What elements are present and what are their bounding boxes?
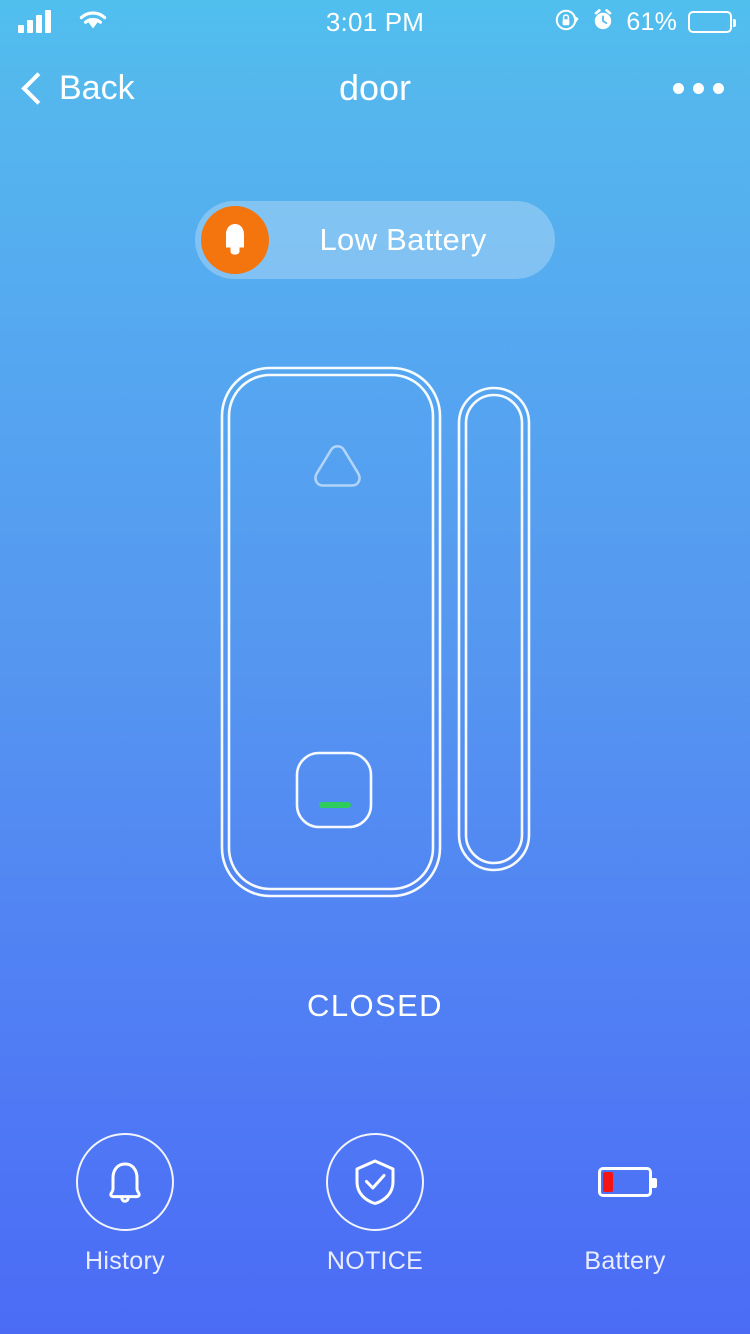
sensor-body-outer: [220, 366, 442, 898]
status-led-indicator: [319, 802, 351, 808]
magnet-piece-outer: [457, 386, 531, 872]
status-bar-left: [18, 8, 109, 37]
bell-alert-icon: [201, 206, 269, 274]
action-notice[interactable]: NOTICE: [250, 1133, 500, 1276]
alarm-clock-icon: [591, 7, 615, 38]
chevron-left-icon: [21, 71, 54, 105]
battery-icon: [688, 11, 736, 33]
history-circle: [76, 1133, 174, 1231]
door-sensor-illustration: [0, 362, 750, 902]
battery-holder: [576, 1133, 674, 1231]
low-battery-alert[interactable]: Low Battery: [195, 201, 555, 279]
nav-bar: Back door: [0, 44, 750, 132]
app-screen: 3:01 PM 61% Back door Low Battery CLOSED…: [0, 0, 750, 1334]
rotation-lock-icon: [554, 7, 580, 38]
status-bar-right: 61%: [554, 7, 736, 38]
status-bar: 3:01 PM 61%: [0, 0, 750, 44]
action-history-label: History: [85, 1247, 165, 1275]
sensor-button: [295, 751, 373, 829]
bell-icon: [109, 1162, 141, 1203]
magnet-piece-inner: [464, 393, 524, 865]
shield-check-icon: [355, 1159, 395, 1205]
action-notice-label: NOTICE: [326, 1247, 424, 1275]
wifi-icon: [77, 8, 109, 37]
door-state-label: CLOSED: [307, 988, 443, 1023]
battery-percent-label: 61%: [626, 7, 677, 36]
low-battery-alert-label: Low Battery: [319, 222, 487, 257]
sensor-graphic: [220, 366, 531, 898]
notice-circle: [326, 1133, 424, 1231]
action-battery-label: Battery: [584, 1247, 666, 1275]
rounded-triangle-logo-icon: [314, 444, 361, 487]
more-options-icon[interactable]: [673, 73, 724, 104]
action-battery[interactable]: Battery: [500, 1133, 750, 1276]
action-history[interactable]: History: [0, 1133, 250, 1276]
action-bar: History NOTICE Battery: [0, 1133, 750, 1276]
cellular-signal-icon: [18, 10, 51, 33]
back-button[interactable]: Back: [21, 68, 135, 108]
battery-low-icon: [598, 1167, 657, 1197]
back-button-label: Back: [59, 68, 135, 107]
